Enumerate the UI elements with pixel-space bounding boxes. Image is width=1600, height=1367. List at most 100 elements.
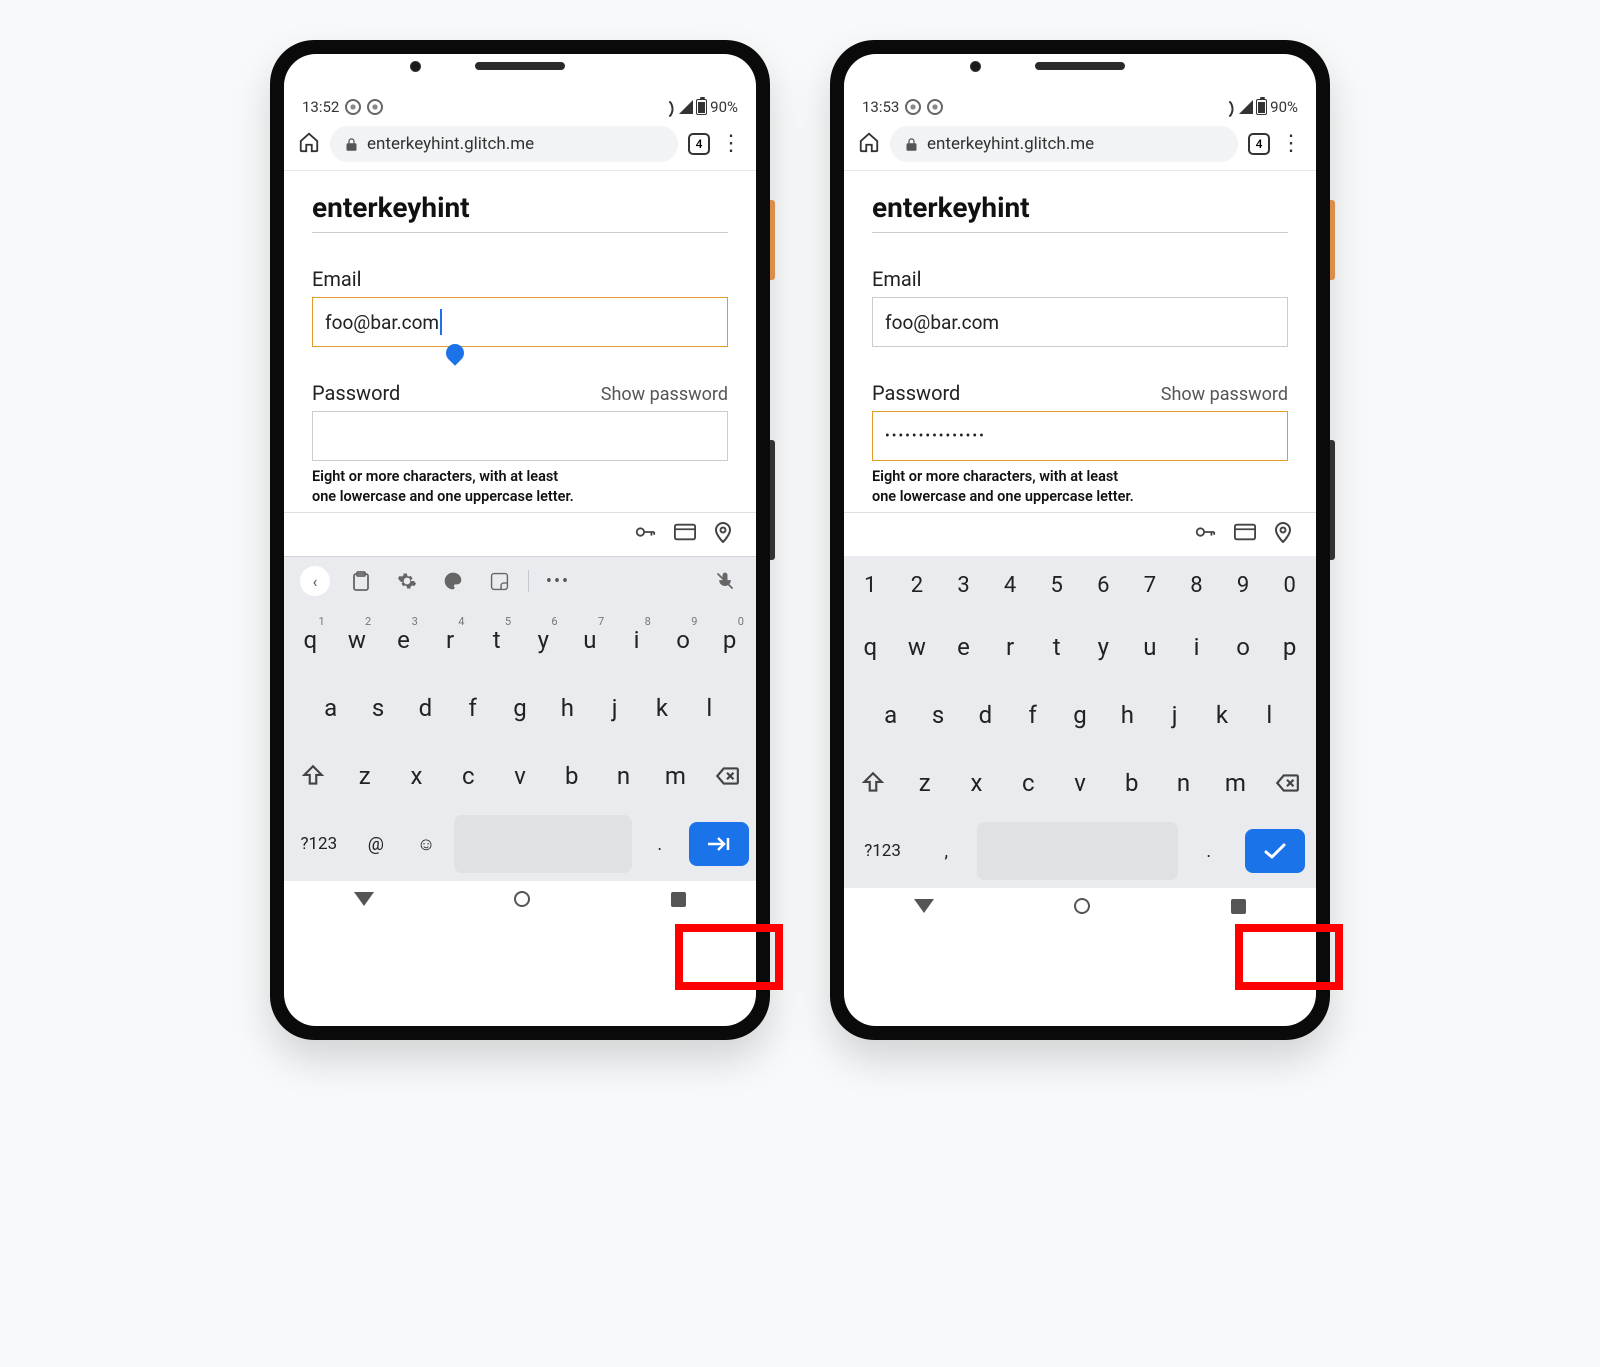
tab-count-button[interactable]: 4 — [1248, 133, 1270, 155]
sticker-icon[interactable] — [478, 563, 520, 599]
key-w[interactable]: w2 — [337, 611, 378, 669]
key-c[interactable]: c — [1005, 754, 1051, 812]
key-p[interactable]: p0 — [709, 611, 750, 669]
key-p[interactable]: p — [1269, 618, 1310, 676]
show-password-toggle[interactable]: Show password — [601, 384, 728, 405]
key-8[interactable]: 8 — [1176, 562, 1217, 608]
nav-back-icon[interactable] — [914, 899, 934, 913]
credit-card-icon[interactable] — [674, 523, 696, 546]
space-key[interactable] — [454, 815, 631, 873]
home-icon[interactable] — [298, 131, 320, 157]
key-9[interactable]: 9 — [1223, 562, 1264, 608]
key-u[interactable]: u7 — [570, 611, 611, 669]
space-key[interactable] — [977, 822, 1177, 880]
nav-home-icon[interactable] — [514, 891, 530, 907]
password-input[interactable] — [312, 411, 728, 461]
home-icon[interactable] — [858, 131, 880, 157]
credit-card-icon[interactable] — [1234, 523, 1256, 546]
key-3[interactable]: 3 — [943, 562, 984, 608]
key-o[interactable]: o9 — [663, 611, 704, 669]
url-bar[interactable]: enterkeyhint.glitch.me — [890, 126, 1238, 162]
key-s[interactable]: s — [357, 679, 398, 737]
clipboard-icon[interactable] — [340, 563, 382, 599]
key-w[interactable]: w — [897, 618, 938, 676]
key-c[interactable]: c — [445, 747, 491, 805]
key-m[interactable]: m — [652, 747, 698, 805]
key-j[interactable]: j — [1154, 686, 1195, 744]
password-input[interactable]: ••••••••••••••• — [872, 411, 1288, 461]
emoji-key[interactable]: ☺ — [404, 815, 448, 873]
key-i[interactable]: i — [1176, 618, 1217, 676]
key-0[interactable]: 0 — [1269, 562, 1310, 608]
key-r[interactable]: r — [990, 618, 1031, 676]
url-bar[interactable]: enterkeyhint.glitch.me — [330, 126, 678, 162]
email-input[interactable]: foo@bar.com — [872, 297, 1288, 347]
backspace-key[interactable] — [704, 747, 750, 805]
key-f[interactable]: f — [1012, 686, 1053, 744]
key-1[interactable]: 1 — [850, 562, 891, 608]
key-n[interactable]: n — [601, 747, 647, 805]
key-n[interactable]: n — [1161, 754, 1207, 812]
key-t[interactable]: t5 — [476, 611, 517, 669]
key-x[interactable]: x — [954, 754, 1000, 812]
period-key[interactable]: . — [1184, 822, 1234, 880]
key-j[interactable]: j — [594, 679, 635, 737]
key-icon[interactable] — [1194, 521, 1216, 548]
key-6[interactable]: 6 — [1083, 562, 1124, 608]
key-h[interactable]: h — [547, 679, 588, 737]
key-d[interactable]: d — [965, 686, 1006, 744]
key-l[interactable]: l — [1249, 686, 1290, 744]
location-pin-icon[interactable] — [1274, 521, 1292, 548]
key-7[interactable]: 7 — [1130, 562, 1171, 608]
key-e[interactable]: e3 — [383, 611, 424, 669]
enter-key-done[interactable] — [1245, 829, 1305, 873]
tab-count-button[interactable]: 4 — [688, 133, 710, 155]
more-icon[interactable]: ⋮ — [1280, 140, 1302, 149]
key-e[interactable]: e — [943, 618, 984, 676]
key-b[interactable]: b — [1109, 754, 1155, 812]
key-d[interactable]: d — [405, 679, 446, 737]
key-s[interactable]: s — [917, 686, 958, 744]
key-4[interactable]: 4 — [990, 562, 1031, 608]
key-f[interactable]: f — [452, 679, 493, 737]
at-key[interactable]: @ — [354, 815, 398, 873]
key-z[interactable]: z — [342, 747, 388, 805]
key-a[interactable]: a — [310, 679, 351, 737]
key-z[interactable]: z — [902, 754, 948, 812]
key-k[interactable]: k — [1201, 686, 1242, 744]
key-u[interactable]: u — [1130, 618, 1171, 676]
nav-recent-icon[interactable] — [671, 892, 686, 907]
key-v[interactable]: v — [497, 747, 543, 805]
key-o[interactable]: o — [1223, 618, 1264, 676]
more-horizontal-icon[interactable]: ••• — [537, 563, 579, 599]
period-key[interactable]: . — [638, 815, 682, 873]
location-pin-icon[interactable] — [714, 521, 732, 548]
key-r[interactable]: r4 — [430, 611, 471, 669]
more-icon[interactable]: ⋮ — [720, 140, 742, 149]
key-q[interactable]: q — [850, 618, 891, 676]
shift-key[interactable] — [850, 754, 896, 812]
nav-home-icon[interactable] — [1074, 898, 1090, 914]
symbols-key[interactable]: ?123 — [850, 822, 915, 880]
key-b[interactable]: b — [549, 747, 595, 805]
key-g[interactable]: g — [1059, 686, 1100, 744]
nav-recent-icon[interactable] — [1231, 899, 1246, 914]
key-x[interactable]: x — [394, 747, 440, 805]
shift-key[interactable] — [290, 747, 336, 805]
email-input[interactable]: foo@bar.com — [312, 297, 728, 347]
enter-key-next[interactable] — [689, 822, 749, 866]
nav-back-icon[interactable] — [354, 892, 374, 906]
mic-off-icon[interactable] — [704, 563, 746, 599]
key-g[interactable]: g — [499, 679, 540, 737]
key-q[interactable]: q1 — [290, 611, 331, 669]
gear-icon[interactable] — [386, 563, 428, 599]
key-h[interactable]: h — [1107, 686, 1148, 744]
key-t[interactable]: t — [1036, 618, 1077, 676]
key-a[interactable]: a — [870, 686, 911, 744]
key-icon[interactable] — [634, 521, 656, 548]
key-m[interactable]: m — [1212, 754, 1258, 812]
key-v[interactable]: v — [1057, 754, 1103, 812]
key-l[interactable]: l — [689, 679, 730, 737]
key-5[interactable]: 5 — [1036, 562, 1077, 608]
key-y[interactable]: y — [1083, 618, 1124, 676]
